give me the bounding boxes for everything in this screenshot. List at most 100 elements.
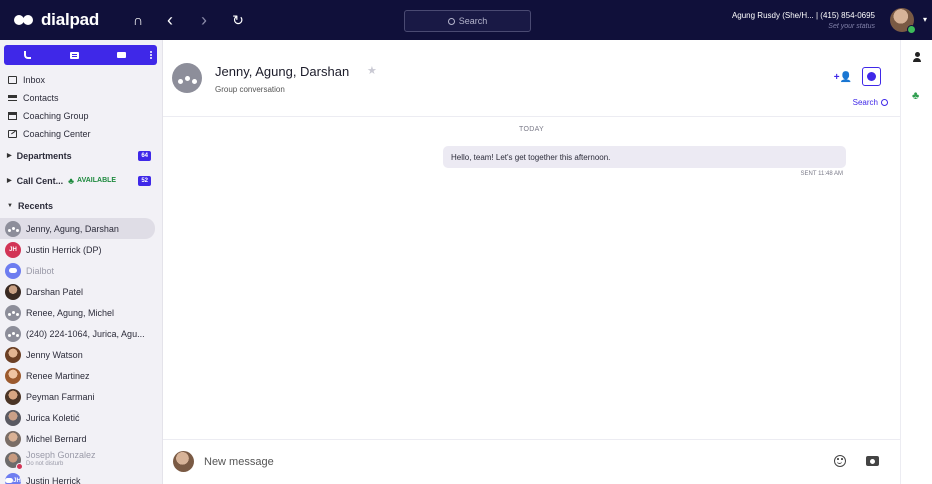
contact-name: Darshan Patel: [26, 286, 84, 297]
avatar: JH: [5, 472, 21, 484]
inbox-icon: [7, 76, 17, 84]
more-button[interactable]: [145, 45, 157, 65]
refresh-button[interactable]: ↻: [224, 6, 252, 34]
search-icon: [447, 17, 455, 25]
logo-text: dialpad: [41, 10, 100, 29]
list-item[interactable]: Jenny, Agung, Darshan: [0, 218, 155, 239]
avatar: [5, 430, 21, 447]
avatar: [5, 409, 21, 426]
available-tree-icon[interactable]: ♣: [912, 90, 919, 102]
set-status-link[interactable]: Set your status: [732, 21, 875, 32]
conversation-search-button[interactable]: Search: [853, 98, 888, 107]
list-item[interactable]: Peyman Farmani: [0, 386, 155, 407]
caret-down-icon: ▼: [7, 202, 13, 209]
headset-icon[interactable]: ∩: [124, 6, 152, 34]
coaching-center-icon: [7, 130, 17, 138]
message-bubble[interactable]: Hello, team! Let's get together this aft…: [443, 146, 846, 168]
dialpad-logo[interactable]: dialpad: [14, 10, 124, 30]
contacts-icon: [7, 95, 17, 101]
emoji-icon[interactable]: [834, 455, 846, 467]
list-item[interactable]: JH Justin Herrick: [0, 470, 155, 484]
list-item[interactable]: Michel Bernard: [0, 428, 155, 449]
sidebar-item-coaching-center[interactable]: Coaching Center: [0, 125, 162, 143]
top-bar: dialpad ∩ ‹ › ↻ Search Agung Rusdy (She/…: [0, 0, 932, 40]
chevron-down-icon[interactable]: ▾: [923, 15, 927, 24]
sidebar-item-label: Contacts: [23, 93, 59, 103]
list-item[interactable]: Jurica Koletić: [0, 407, 155, 428]
user-name: Agung Rusdy (She/H... | (415) 854-0695: [731, 11, 875, 20]
global-search-input[interactable]: Search: [404, 10, 531, 32]
contact-name: Joseph Gonzalez: [26, 449, 96, 460]
contact-name: Jenny Watson: [26, 349, 83, 360]
message-icon: [70, 51, 79, 59]
avatar: [5, 451, 23, 470]
list-item[interactable]: Darshan Patel: [0, 281, 155, 302]
sidebar-item-coaching-group[interactable]: Coaching Group: [0, 107, 162, 125]
group-avatar: [5, 220, 21, 237]
list-item[interactable]: Joseph Gonzalez Do not disturb: [0, 449, 155, 470]
message-timestamp: SENT 11:48 AM: [800, 171, 843, 177]
conversation-details-button[interactable]: [862, 67, 881, 86]
contact-name: Jenny, Agung, Darshan: [26, 223, 119, 234]
recents-section[interactable]: ▼ Recents: [0, 193, 162, 218]
avatar: JH: [5, 241, 21, 258]
contact-name: Dialbot: [26, 265, 55, 276]
list-item[interactable]: JH Justin Herrick (DP): [0, 239, 155, 260]
video-icon: [117, 52, 126, 58]
message-input[interactable]: [204, 453, 704, 471]
call-center-section[interactable]: ▶ Call Cent... ♣ AVAILABLE 52: [0, 168, 162, 193]
do-not-disturb-icon: [16, 462, 23, 470]
availability-status[interactable]: ♣ AVAILABLE: [68, 176, 116, 186]
call-button[interactable]: [4, 45, 51, 65]
avatar: [173, 451, 194, 472]
search-label: Search: [852, 98, 878, 107]
departments-label: Departments: [16, 150, 72, 161]
contact-name: Jurica Koletić: [26, 412, 80, 423]
group-avatar: [5, 304, 21, 321]
conversation-subtitle: Group conversation: [215, 85, 285, 94]
contact-name: (240) 224-1064, Jurica, Agu...: [26, 328, 145, 339]
star-icon[interactable]: ★: [367, 64, 377, 77]
caret-right-icon: ▶: [7, 178, 12, 184]
list-item[interactable]: Renee, Agung, Michel: [0, 302, 155, 323]
list-item[interactable]: (240) 224-1064, Jurica, Agu...: [0, 323, 155, 344]
coaching-group-icon: [7, 112, 17, 120]
page-title: Jenny, Agung, Darshan: [215, 64, 350, 79]
departments-section[interactable]: ▶ Departments 64: [0, 143, 162, 168]
contact-name: Renee Martinez: [26, 370, 90, 381]
video-button[interactable]: [98, 45, 145, 65]
list-item[interactable]: Dialbot: [0, 260, 155, 281]
list-item[interactable]: Renee Martinez: [0, 365, 155, 386]
add-person-icon[interactable]: +👤: [834, 72, 852, 83]
contact-name: Renee, Agung, Michel: [26, 307, 115, 318]
forward-button[interactable]: ›: [190, 6, 218, 34]
sidebar-item-contacts[interactable]: Contacts: [0, 89, 162, 107]
sidebar: Inbox Contacts Coaching Group Coaching C…: [0, 40, 163, 484]
avatar: [5, 346, 21, 363]
message-button[interactable]: [51, 45, 98, 65]
sidebar-item-inbox[interactable]: Inbox: [0, 71, 162, 89]
recents-label: Recents: [17, 200, 53, 211]
call-center-label: Call Cent...: [16, 175, 64, 186]
contact-details-icon[interactable]: [913, 52, 921, 62]
user-info[interactable]: Agung Rusdy (She/H... | (415) 854-0695 S…: [732, 10, 875, 32]
sidebar-item-label: Inbox: [23, 75, 46, 85]
search-placeholder: Search: [458, 16, 488, 26]
list-item[interactable]: Jenny Watson: [0, 344, 155, 365]
camera-icon[interactable]: [866, 456, 879, 466]
day-separator: TODAY: [519, 126, 544, 133]
group-avatar: [5, 325, 21, 342]
back-button[interactable]: ‹: [156, 6, 184, 34]
sidebar-item-label: Coaching Group: [23, 111, 89, 121]
available-tree-icon: ♣: [68, 175, 75, 186]
contact-status: Do not disturb: [26, 460, 64, 467]
user-avatar[interactable]: [890, 8, 916, 34]
contact-name: Michel Bernard: [26, 433, 87, 444]
right-rail: ♣: [900, 40, 932, 484]
departments-count-badge: 64: [138, 150, 151, 161]
conversation-header: Jenny, Agung, Darshan ★ Group conversati…: [163, 40, 900, 117]
contact-name: Peyman Farmani: [26, 391, 95, 402]
contact-name: Justin Herrick: [26, 475, 81, 484]
sidebar-item-label: Coaching Center: [23, 129, 91, 139]
action-bar: [4, 45, 157, 65]
